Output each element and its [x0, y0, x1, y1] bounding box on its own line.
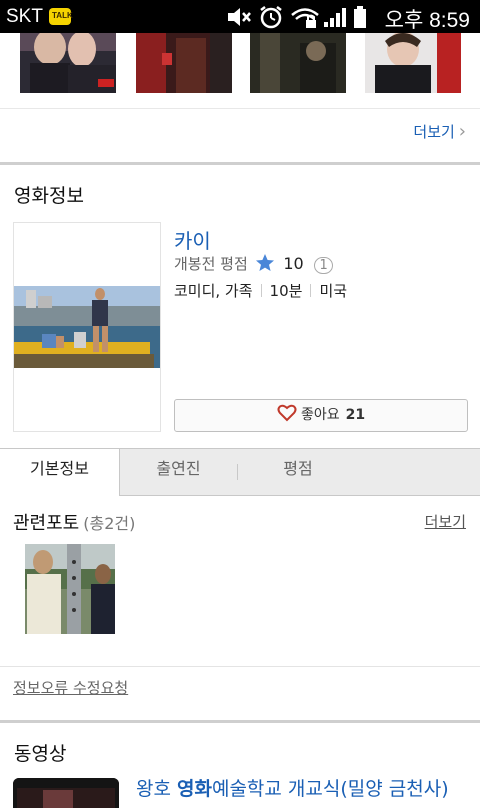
- talk-badge-label: TALK: [52, 11, 73, 20]
- more-label: 더보기: [413, 123, 455, 141]
- movie-info-heading: 영화정보: [14, 185, 84, 207]
- carrier-label: SKT: [6, 6, 43, 27]
- mute-icon: [228, 8, 251, 26]
- movie-poster[interactable]: [13, 222, 161, 432]
- related-photo[interactable]: [25, 544, 115, 634]
- related-photos-more-link[interactable]: 더보기: [425, 511, 466, 532]
- movie-title[interactable]: 카이: [174, 225, 211, 254]
- report-error-link[interactable]: 정보오류 수정요청: [13, 677, 128, 698]
- video-title-prefix: 왕호: [136, 778, 177, 800]
- tab-cast[interactable]: 출연진: [120, 449, 237, 495]
- like-button[interactable]: 좋아요 21: [174, 399, 468, 432]
- heart-icon: [277, 404, 297, 422]
- rating-label: 개봉전 평점: [174, 255, 248, 273]
- meta-divider: [260, 284, 262, 297]
- photo-thumb[interactable]: [20, 33, 116, 93]
- kakaotalk-icon: TALK: [49, 8, 73, 25]
- poster-image: [14, 286, 160, 368]
- videos-heading: 동영상: [14, 743, 67, 765]
- battery-icon: [354, 6, 366, 28]
- signal-icon: [324, 8, 346, 27]
- like-count: 21: [345, 407, 366, 423]
- like-label: 좋아요: [300, 407, 340, 423]
- divider: [0, 666, 480, 667]
- movie-country: 미국: [319, 282, 348, 300]
- rating-score: 10: [283, 254, 304, 273]
- video-title-highlight: 영화: [177, 778, 212, 800]
- related-photos-heading: 관련포토 (총2건): [13, 509, 135, 535]
- photo-strip-more-link[interactable]: 더보기 ›: [413, 121, 466, 142]
- alarm-icon: [260, 6, 282, 29]
- video-item-title[interactable]: 왕호 영화예술학교 개교식(밀양 금천사): [136, 774, 449, 801]
- tab-ratings[interactable]: 평점: [238, 449, 358, 495]
- chevron-right-icon: ›: [458, 121, 466, 142]
- video-thumbnail[interactable]: [13, 778, 119, 808]
- section-divider: [0, 720, 480, 723]
- related-photos-title: 관련포토: [13, 513, 80, 534]
- photo-thumb[interactable]: [136, 33, 232, 93]
- tab-basic-info[interactable]: 기본정보: [0, 449, 120, 496]
- info-tabs: 기본정보 출연진 평점: [0, 448, 480, 496]
- rating-row: 개봉전 평점 10 1: [174, 253, 333, 274]
- section-divider: [0, 162, 480, 165]
- star-icon: [255, 254, 274, 271]
- movie-runtime: 10분: [269, 282, 303, 300]
- related-photos-count: (총2건): [83, 514, 136, 533]
- movie-genre: 코미디, 가족: [174, 282, 253, 300]
- photo-strip: [0, 33, 480, 108]
- rating-count: 1: [314, 257, 333, 274]
- photo-thumb[interactable]: [365, 33, 461, 93]
- status-bar: SKT TALK 오후 8:59: [0, 0, 480, 33]
- meta-divider: [310, 284, 312, 297]
- video-title-suffix: 예술학교 개교식(밀양 금천사): [211, 778, 449, 800]
- photo-thumb[interactable]: [250, 33, 346, 93]
- photo-strip-more-row: 더보기 ›: [0, 108, 480, 164]
- wifi-lock-icon: [291, 8, 319, 28]
- movie-meta: 코미디, 가족 10분 미국: [174, 280, 347, 301]
- clock: 오후 8:59: [384, 9, 470, 32]
